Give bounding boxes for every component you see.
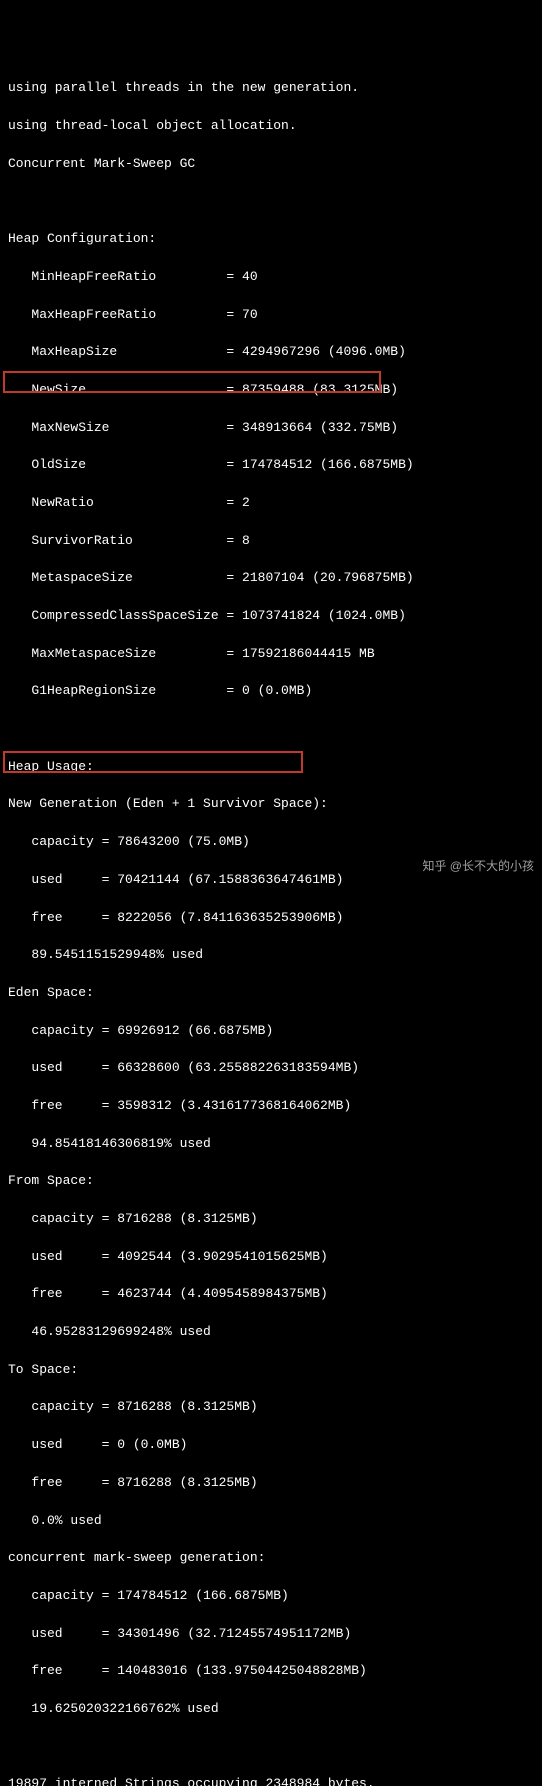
cms-row: used = 34301496 (32.71245574951172MB): [8, 1625, 534, 1644]
heap-config-row: MaxHeapFreeRatio = 70: [8, 306, 534, 325]
cms-row: capacity = 174784512 (166.6875MB): [8, 1587, 534, 1606]
to-row: capacity = 8716288 (8.3125MB): [8, 1398, 534, 1417]
heap-config-row: NewRatio = 2: [8, 494, 534, 513]
from-row: used = 4092544 (3.9029541015625MB): [8, 1248, 534, 1267]
eden-row: free = 3598312 (3.4316177368164062MB): [8, 1097, 534, 1116]
eden-row: capacity = 69926912 (66.6875MB): [8, 1022, 534, 1041]
heap-usage-title: Heap Usage:: [8, 758, 534, 777]
cms-row: free = 140483016 (133.97504425048828MB): [8, 1662, 534, 1681]
from-row: 46.95283129699248% used: [8, 1323, 534, 1342]
newgen-row: capacity = 78643200 (75.0MB): [8, 833, 534, 852]
output-line: Concurrent Mark-Sweep GC: [8, 155, 534, 174]
heap-config-row: G1HeapRegionSize = 0 (0.0MB): [8, 682, 534, 701]
output-line: using thread-local object allocation.: [8, 117, 534, 136]
blank-line: [8, 1738, 534, 1757]
watermark-text: 知乎 @长不大的小孩: [422, 858, 534, 875]
heap-config-title: Heap Configuration:: [8, 230, 534, 249]
cms-title: concurrent mark-sweep generation:: [8, 1549, 534, 1568]
to-row: free = 8716288 (8.3125MB): [8, 1474, 534, 1493]
heap-config-row: MaxMetaspaceSize = 17592186044415 MB: [8, 645, 534, 664]
from-title: From Space:: [8, 1172, 534, 1191]
to-title: To Space:: [8, 1361, 534, 1380]
heap-config-row: OldSize = 174784512 (166.6875MB): [8, 456, 534, 475]
eden-row: 94.85418146306819% used: [8, 1135, 534, 1154]
eden-title: Eden Space:: [8, 984, 534, 1003]
heap-config-row: MetaspaceSize = 21807104 (20.796875MB): [8, 569, 534, 588]
blank-line: [8, 720, 534, 739]
heap-config-row: NewSize = 87359488 (83.3125MB): [8, 381, 534, 400]
blank-line: [8, 192, 534, 211]
interned-strings: 19897 interned Strings occupying 2348984…: [8, 1775, 534, 1786]
newgen-row: 89.5451151529948% used: [8, 946, 534, 965]
to-row: 0.0% used: [8, 1512, 534, 1531]
heap-config-row: CompressedClassSpaceSize = 1073741824 (1…: [8, 607, 534, 626]
cms-row: 19.625020322166762% used: [8, 1700, 534, 1719]
newgen-title: New Generation (Eden + 1 Survivor Space)…: [8, 795, 534, 814]
output-line: using parallel threads in the new genera…: [8, 79, 534, 98]
eden-row: used = 66328600 (63.255882263183594MB): [8, 1059, 534, 1078]
heap-config-row: MinHeapFreeRatio = 40: [8, 268, 534, 287]
newgen-row: free = 8222056 (7.841163635253906MB): [8, 909, 534, 928]
heap-config-row: MaxHeapSize = 4294967296 (4096.0MB): [8, 343, 534, 362]
heap-config-row: MaxNewSize = 348913664 (332.75MB): [8, 419, 534, 438]
heap-config-row: SurvivorRatio = 8: [8, 532, 534, 551]
from-row: capacity = 8716288 (8.3125MB): [8, 1210, 534, 1229]
to-row: used = 0 (0.0MB): [8, 1436, 534, 1455]
from-row: free = 4623744 (4.4095458984375MB): [8, 1285, 534, 1304]
